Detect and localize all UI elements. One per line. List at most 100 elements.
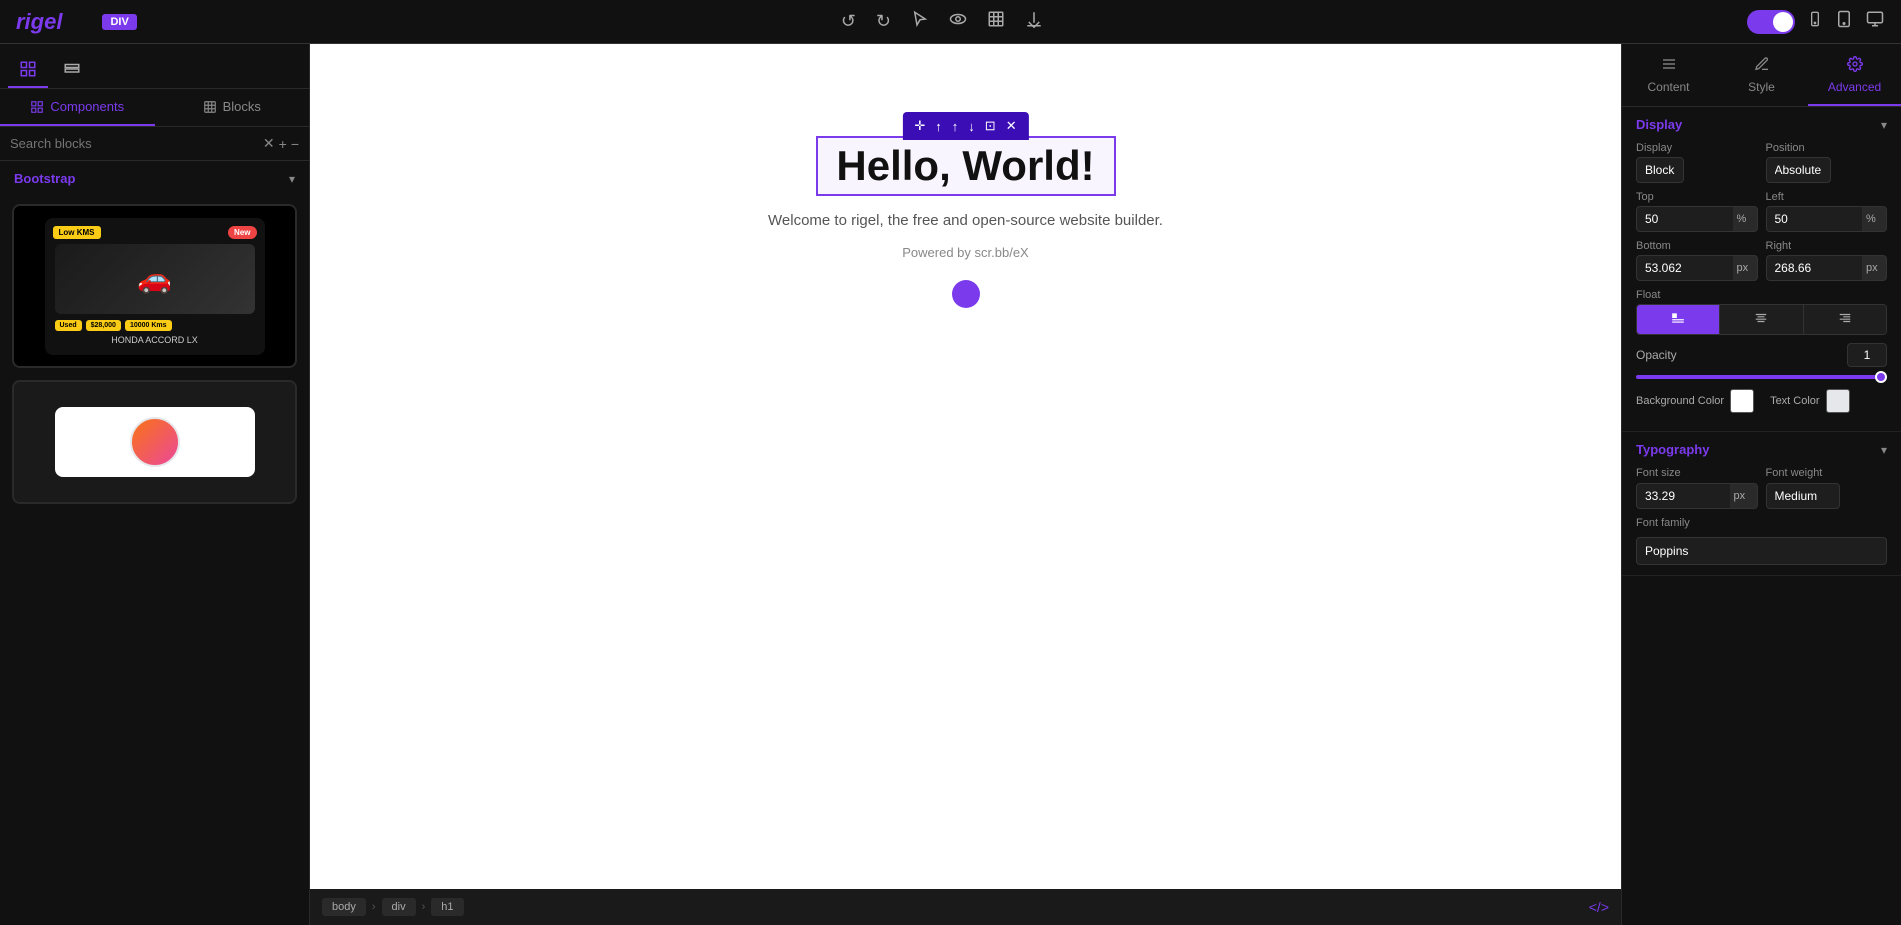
move-btn[interactable]: ✛ xyxy=(910,116,929,136)
toggle-switch[interactable] xyxy=(1747,10,1795,34)
car-image-placeholder: 🚗 xyxy=(55,244,255,314)
bottom-right-row: Bottom px % em Right xyxy=(1636,240,1887,281)
bg-color-label: Background Color xyxy=(1636,395,1724,407)
download-icon[interactable] xyxy=(1025,10,1043,33)
right-input-group: px % em xyxy=(1766,255,1888,281)
left-panel: Components Blocks ✕ + − Bootstrap ▾ xyxy=(0,44,310,925)
bg-color-swatch[interactable] xyxy=(1730,389,1754,413)
left-label: Left xyxy=(1766,191,1888,203)
up2-btn[interactable]: ↑ xyxy=(948,116,963,136)
typography-section-header: Typography ▾ xyxy=(1636,442,1887,457)
bootstrap-section-header: Bootstrap ▾ xyxy=(0,161,309,196)
right-label: Right xyxy=(1766,240,1888,252)
font-size-input[interactable] xyxy=(1636,483,1730,509)
car-tag-price: $28,000 xyxy=(86,320,121,331)
left-unit-select[interactable]: % px em xyxy=(1862,206,1887,232)
float-center-option[interactable] xyxy=(1720,305,1803,334)
bottom-unit-select[interactable]: px % em xyxy=(1733,255,1758,281)
desktop-icon[interactable] xyxy=(1865,10,1885,33)
typography-chevron-icon[interactable]: ▾ xyxy=(1881,443,1887,457)
typography-section: Typography ▾ Font size px em rem xyxy=(1622,432,1901,576)
h1-element[interactable]: Hello, World! xyxy=(816,136,1116,196)
search-close-btn[interactable]: ✕ xyxy=(263,135,275,152)
person-avatar xyxy=(130,417,180,467)
subtitle-text: Welcome to rigel, the free and open-sour… xyxy=(768,212,1163,229)
top-left-row: Top % px em Left % xyxy=(1636,191,1887,232)
search-input[interactable] xyxy=(10,136,257,151)
top-input[interactable] xyxy=(1636,206,1733,232)
bottom-input[interactable] xyxy=(1636,255,1733,281)
tab-advanced[interactable]: Advanced xyxy=(1808,44,1901,106)
car-tag-used: Used xyxy=(55,320,82,331)
frame-icon[interactable] xyxy=(987,10,1005,33)
right-col: Right px % em xyxy=(1766,240,1888,281)
tab-style[interactable]: Style xyxy=(1715,44,1808,106)
top-unit-select[interactable]: % px em xyxy=(1733,206,1758,232)
search-actions: ✕ + − xyxy=(263,135,299,152)
float-label: Float xyxy=(1636,289,1887,301)
opacity-slider-track[interactable] xyxy=(1636,375,1887,379)
grid-tab-icon[interactable] xyxy=(8,52,48,88)
tablet-icon[interactable] xyxy=(1835,10,1853,33)
search-add-btn[interactable]: + xyxy=(279,135,287,152)
mobile-icon[interactable] xyxy=(1807,10,1823,33)
app-logo: rigel xyxy=(16,9,62,35)
up-btn[interactable]: ↑ xyxy=(931,116,946,136)
redo-icon[interactable]: ↻ xyxy=(876,11,891,32)
purple-dot xyxy=(952,280,980,308)
style-tab-icon xyxy=(1754,56,1770,77)
position-select[interactable]: Absolute Relative Fixed Sticky Static xyxy=(1766,157,1831,183)
style-tab-label: Style xyxy=(1748,80,1775,94)
search-minus-btn[interactable]: − xyxy=(291,135,299,152)
advanced-tab-icon xyxy=(1847,56,1863,77)
display-select[interactable]: Block Flex Grid Inline None xyxy=(1636,157,1684,183)
eye-icon[interactable] xyxy=(949,10,967,33)
position-label: Position xyxy=(1766,142,1888,154)
components-subtab[interactable]: Components xyxy=(0,89,155,126)
delete-btn[interactable]: ✕ xyxy=(1002,116,1021,136)
blocks-subtab[interactable]: Blocks xyxy=(155,89,310,126)
car-tags: Used $28,000 10000 Kms xyxy=(55,320,255,331)
element-toolbar: ✛ ↑ ↑ ↓ ⊡ ✕ xyxy=(902,112,1028,140)
bootstrap-chevron-icon[interactable]: ▾ xyxy=(289,172,295,186)
left-input[interactable] xyxy=(1766,206,1863,232)
person-block-card[interactable] xyxy=(12,380,297,504)
right-unit-select[interactable]: px % em xyxy=(1862,255,1887,281)
display-section: Display ▾ Display Block Flex Grid Inline… xyxy=(1622,107,1901,432)
opacity-input[interactable] xyxy=(1847,343,1887,367)
cursor-icon[interactable] xyxy=(911,10,929,33)
down-btn[interactable]: ↓ xyxy=(964,116,979,136)
canvas-inner[interactable]: ✛ ↑ ↑ ↓ ⊡ ✕ Hello, World! Welcome to rig… xyxy=(310,44,1621,889)
float-left-option[interactable] xyxy=(1637,305,1720,334)
font-weight-select[interactable]: Medium Light Regular Bold Extra Bold xyxy=(1766,483,1840,509)
right-panel-tabs: Content Style Advanced xyxy=(1622,44,1901,107)
display-chevron-icon[interactable]: ▾ xyxy=(1881,118,1887,132)
text-color-swatch[interactable] xyxy=(1826,389,1850,413)
breadcrumb-body[interactable]: body xyxy=(322,898,366,916)
bootstrap-section-title: Bootstrap xyxy=(14,171,75,186)
font-size-input-group: px em rem xyxy=(1636,483,1758,509)
blocks-list: Low KMS New 🚗 Used $28,000 10000 Kms HON… xyxy=(0,196,309,925)
display-section-header: Display ▾ xyxy=(1636,117,1887,132)
tab-content[interactable]: Content xyxy=(1622,44,1715,106)
breadcrumb-h1[interactable]: h1 xyxy=(431,898,463,916)
car-block-card[interactable]: Low KMS New 🚗 Used $28,000 10000 Kms HON… xyxy=(12,204,297,368)
breadcrumb-div[interactable]: div xyxy=(382,898,416,916)
copy-btn[interactable]: ⊡ xyxy=(981,116,1000,136)
font-weight-label: Font weight xyxy=(1766,467,1888,479)
powered-text: Powered by scr.bb/eX xyxy=(902,245,1028,260)
opacity-slider-thumb xyxy=(1875,371,1887,383)
float-options xyxy=(1636,304,1887,335)
right-input[interactable] xyxy=(1766,255,1863,281)
car-name: HONDA ACCORD LX xyxy=(55,335,255,345)
canvas-content: ✛ ↑ ↑ ↓ ⊡ ✕ Hello, World! Welcome to rig… xyxy=(310,44,1621,308)
undo-icon[interactable]: ↺ xyxy=(841,11,856,32)
float-right-option[interactable] xyxy=(1804,305,1886,334)
toolbar-right xyxy=(1747,10,1885,34)
font-family-select[interactable]: Poppins Roboto Open Sans Lato Montserrat xyxy=(1636,537,1887,565)
font-size-unit-select[interactable]: px em rem xyxy=(1730,483,1758,509)
layers-tab-icon[interactable] xyxy=(52,52,92,88)
canvas-area[interactable]: ✛ ↑ ↑ ↓ ⊡ ✕ Hello, World! Welcome to rig… xyxy=(310,44,1621,925)
breadcrumb-sep-1: › xyxy=(372,901,376,913)
code-icon[interactable]: </> xyxy=(1589,899,1609,915)
